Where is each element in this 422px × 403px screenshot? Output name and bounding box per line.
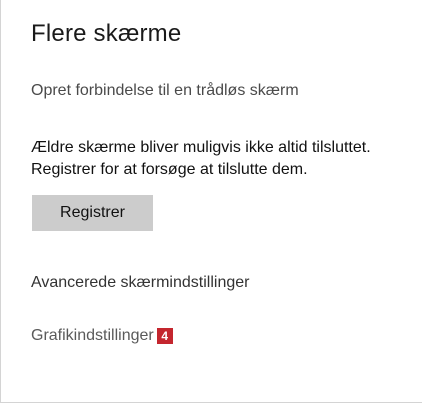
description-line-1: Ældre skærme bliver muligvis ikke altid …	[31, 139, 371, 156]
description-line-2: Registrer for at forsøge at tilslutte de…	[31, 161, 308, 178]
section-title: Flere skærme	[31, 20, 182, 47]
graphics-settings-label[interactable]: Grafikindstillinger	[31, 327, 154, 345]
advanced-display-settings-link[interactable]: Avancerede skærmindstillinger	[31, 274, 249, 292]
detect-description: Ældre skærme bliver muligvis ikke altid …	[31, 137, 371, 181]
connect-wireless-display-link[interactable]: Opret forbindelse til en trådløs skærm	[31, 82, 299, 100]
callout-number-badge: 4	[156, 328, 173, 344]
register-button[interactable]: Registrer	[32, 195, 153, 231]
multiple-displays-panel: Flere skærme Opret forbindelse til en tr…	[0, 0, 422, 403]
graphics-settings-link[interactable]: Grafikindstillinger 4	[31, 327, 173, 345]
